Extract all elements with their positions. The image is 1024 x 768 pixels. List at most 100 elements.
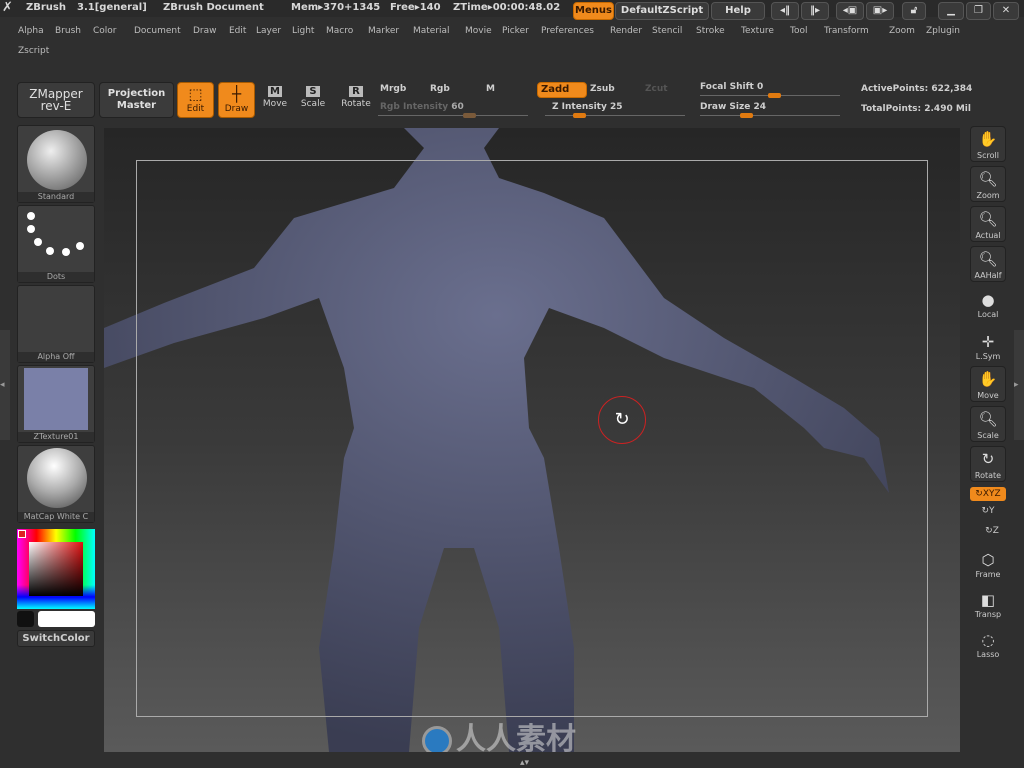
focal-shift-track[interactable] — [700, 93, 840, 98]
menus-button[interactable]: Menus — [573, 2, 614, 20]
menu-zscript[interactable]: Zscript — [18, 46, 49, 56]
menu-light[interactable]: Light — [292, 26, 314, 36]
draw-size-knob[interactable] — [740, 113, 753, 118]
menu-document[interactable]: Document — [134, 26, 181, 36]
menu-tool[interactable]: Tool — [790, 26, 807, 36]
y-rotate-button[interactable]: ↻Y — [966, 506, 1010, 516]
z-intensity-slider[interactable]: Z Intensity 25 — [552, 102, 623, 112]
menu-macro[interactable]: Macro — [326, 26, 353, 36]
menu-brush[interactable]: Brush — [55, 26, 81, 36]
draw-size-track[interactable] — [700, 113, 840, 118]
switch-color-button[interactable]: SwitchColor — [17, 630, 95, 647]
color-picker[interactable] — [17, 529, 95, 609]
prev-layout-icon[interactable]: ◂▣ — [836, 2, 864, 20]
z-intensity-track[interactable] — [545, 113, 685, 118]
brush-label: Standard — [18, 192, 94, 202]
secondary-color-swatch[interactable] — [38, 611, 95, 627]
lock-icon[interactable]: 🔓︎ — [902, 2, 926, 20]
aahalf-button[interactable]: 🔍︎ AAHalf — [970, 246, 1006, 282]
texture-selector[interactable]: ZTexture01 — [17, 365, 95, 443]
zadd-button[interactable]: Zadd — [537, 82, 587, 98]
material-selector[interactable]: MatCap White C — [17, 445, 95, 523]
left-tray-handle[interactable]: ◂ — [0, 330, 10, 440]
expand-ui-icon[interactable]: ‖▸ — [801, 2, 829, 20]
alpha-selector[interactable]: Alpha Off — [17, 285, 95, 363]
projection-master-button[interactable]: Projection Master — [99, 82, 174, 118]
restore-icon[interactable]: ❐ — [966, 2, 991, 20]
scroll-button[interactable]: ✋ Scroll — [970, 126, 1006, 162]
z-intensity-knob[interactable] — [573, 113, 586, 118]
primary-color-swatch[interactable] — [18, 530, 26, 538]
rgb-intensity-track[interactable] — [378, 113, 528, 118]
move-view-button[interactable]: ✋ Move — [970, 366, 1006, 402]
menu-transform[interactable]: Transform — [824, 26, 869, 36]
draw-icon: ┼ — [231, 85, 242, 103]
menu-stencil[interactable]: Stencil — [652, 26, 682, 36]
menu-color[interactable]: Color — [93, 26, 117, 36]
default-zscript-button[interactable]: DefaultZScript — [615, 2, 709, 20]
right-tray-handle[interactable]: ▸ — [1014, 330, 1024, 440]
saturation-square[interactable] — [29, 542, 83, 596]
zoom-button[interactable]: 🔍︎ Zoom — [970, 166, 1006, 202]
menu-draw[interactable]: Draw — [193, 26, 217, 36]
focal-shift-slider[interactable]: Focal Shift 0 — [700, 82, 763, 92]
transp-button[interactable]: ◧ Transp — [966, 590, 1010, 619]
next-layout-icon[interactable]: ▣▸ — [866, 2, 894, 20]
menu-zplugin[interactable]: Zplugin — [926, 26, 960, 36]
menu-edit[interactable]: Edit — [229, 26, 246, 36]
minimize-icon[interactable]: ▁ — [938, 2, 964, 20]
menu-texture[interactable]: Texture — [741, 26, 774, 36]
secondary-color-black[interactable] — [17, 611, 34, 627]
edit-button[interactable]: ⬚ Edit — [177, 82, 214, 118]
scale-button[interactable]: S Scale — [300, 86, 326, 109]
rgb-button[interactable]: Rgb — [430, 84, 450, 94]
menu-stroke[interactable]: Stroke — [696, 26, 725, 36]
rotate-button[interactable]: R Rotate — [340, 86, 372, 109]
local-icon: ● — [981, 291, 995, 309]
brush-selector[interactable]: Standard — [17, 125, 95, 203]
frame-button[interactable]: ⬡ Frame — [966, 550, 1010, 579]
focal-shift-knob[interactable] — [768, 93, 781, 98]
close-icon[interactable]: ✕ — [993, 2, 1019, 20]
active-points: ActivePoints: 622,384 — [861, 84, 973, 94]
rotate-view-button[interactable]: ↻ Rotate — [970, 446, 1006, 482]
local-button[interactable]: ● Local — [966, 290, 1010, 319]
help-button[interactable]: Help — [711, 2, 765, 20]
m-button[interactable]: M — [486, 84, 495, 94]
rgb-intensity-knob[interactable] — [463, 113, 476, 118]
menu-movie[interactable]: Movie — [465, 26, 492, 36]
material-label: MatCap White C — [18, 512, 94, 522]
shrink-ui-icon[interactable]: ◂‖ — [771, 2, 799, 20]
rgb-intensity-slider[interactable]: Rgb Intensity 60 — [380, 102, 464, 112]
bottom-tray-arrow-icon[interactable]: ▴▾ — [520, 758, 542, 768]
draw-button[interactable]: ┼ Draw — [218, 82, 255, 118]
rotate-label: Rotate — [341, 99, 371, 109]
z-rotate-button[interactable]: ↻Z — [970, 526, 1014, 536]
menu-zoom[interactable]: Zoom — [889, 26, 915, 36]
menu-picker[interactable]: Picker — [502, 26, 529, 36]
menu-marker[interactable]: Marker — [368, 26, 399, 36]
actual-button[interactable]: 🔍︎ Actual — [970, 206, 1006, 242]
zcut-button[interactable]: Zcut — [645, 84, 668, 94]
draw-size-slider[interactable]: Draw Size 24 — [700, 102, 766, 112]
cube-icon: ⬡ — [981, 551, 995, 569]
menu-render[interactable]: Render — [610, 26, 642, 36]
move-icon: M — [268, 86, 282, 97]
menu-material[interactable]: Material — [413, 26, 450, 36]
lasso-button[interactable]: ◌ Lasso — [966, 630, 1010, 659]
move-button[interactable]: M Move — [262, 86, 288, 109]
menu-alpha[interactable]: Alpha — [18, 26, 44, 36]
lsym-button[interactable]: ✛ L.Sym — [966, 332, 1010, 361]
stroke-selector[interactable]: Dots — [17, 205, 95, 283]
transparency-icon: ◧ — [980, 591, 996, 609]
document-canvas[interactable]: ↻ 人人素材 — [104, 128, 960, 752]
zmapper-button[interactable]: ZMapper rev-E — [17, 82, 95, 118]
zsub-button[interactable]: Zsub — [590, 84, 615, 94]
mrgb-button[interactable]: Mrgb — [380, 84, 406, 94]
scale-view-button[interactable]: 🔍︎ Scale — [970, 406, 1006, 442]
lasso-icon: ◌ — [981, 631, 995, 649]
rotate-xyz-icon: ↻ — [975, 489, 983, 499]
menu-preferences[interactable]: Preferences — [541, 26, 594, 36]
xyz-rotate-button[interactable]: ↻XYZ — [970, 487, 1006, 501]
menu-layer[interactable]: Layer — [256, 26, 281, 36]
